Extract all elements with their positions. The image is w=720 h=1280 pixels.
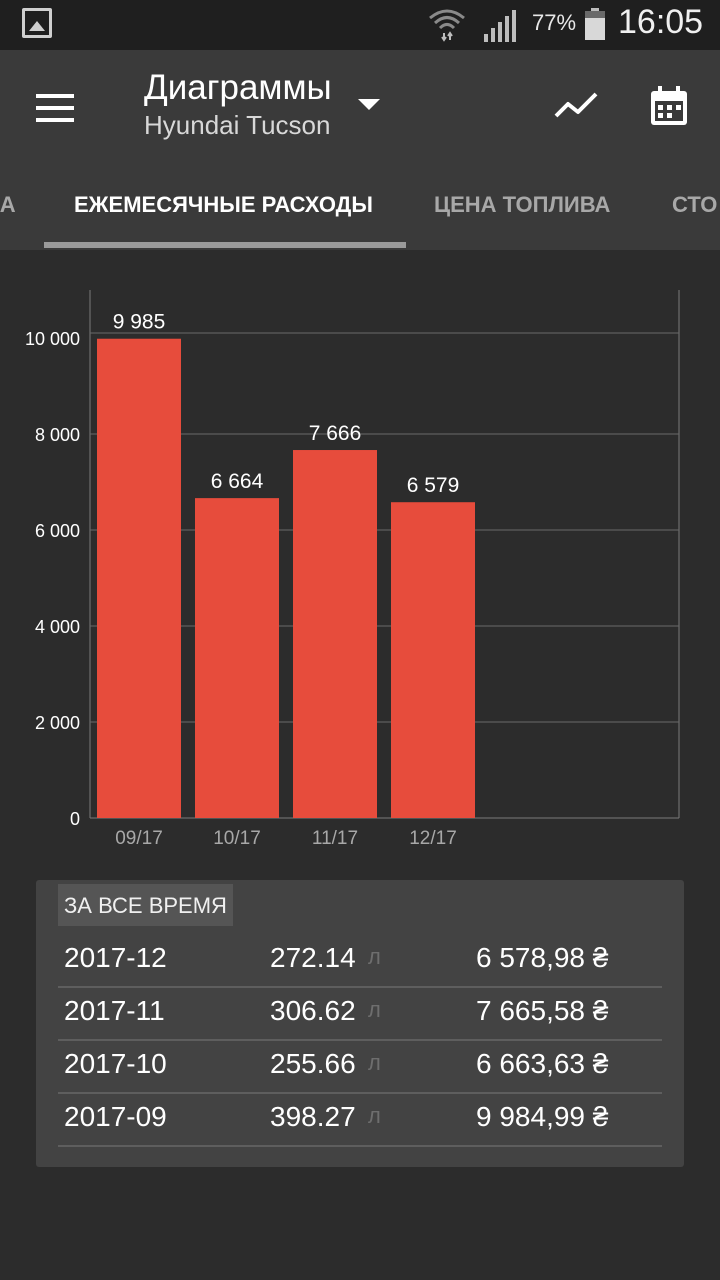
row-month: 2017-10 [64, 1048, 167, 1079]
wifi-icon [429, 9, 465, 42]
row-unit: л [368, 944, 381, 969]
row-cost: 6 578,98 ₴ [476, 942, 609, 973]
y-tick-label: 6 000 [35, 521, 80, 541]
monthly-expenses-chart: 0 2 000 4 000 6 000 8 000 10 000 9 985 09/17 6 6… [0, 280, 720, 860]
row-cost: 6 663,63 ₴ [476, 1048, 609, 1079]
bar-value-label: 9 985 [113, 311, 166, 334]
row-volume: 398.27 [270, 1101, 356, 1132]
summary-card: ЗА ВСЕ ВРЕМЯ 2017-12 272.14 л 6 578,98 ₴… [36, 880, 684, 1167]
row-month: 2017-11 [64, 995, 165, 1026]
calendar-icon[interactable] [648, 84, 692, 128]
row-volume: 255.66 [270, 1048, 356, 1079]
battery-icon [585, 8, 605, 40]
tab-monthly-expenses[interactable]: ЕЖЕМЕСЯЧНЫЕ РАСХОДЫ [74, 192, 373, 218]
row-month: 2017-09 [64, 1101, 167, 1132]
table-row[interactable]: 2017-10 255.66 л 6 663,63 ₴ [58, 1040, 662, 1094]
vehicle-name: Hyundai Tucson [144, 110, 331, 140]
summary-header: ЗА ВСЕ ВРЕМЯ [58, 884, 233, 926]
y-tick-label: 2 000 [35, 713, 80, 733]
x-tick-label: 12/17 [409, 828, 457, 849]
page-title: Диаграммы [144, 68, 332, 107]
row-volume: 306.62 [270, 995, 356, 1026]
y-tick-label: 0 [70, 809, 80, 829]
bar [293, 450, 377, 818]
x-tick-label: 10/17 [213, 828, 261, 849]
menu-icon[interactable] [36, 92, 76, 124]
table-row[interactable]: 2017-11 306.62 л 7 665,58 ₴ [58, 987, 662, 1041]
bar [391, 502, 475, 818]
row-cost: 7 665,58 ₴ [476, 995, 609, 1026]
bar-chart: 0 2 000 4 000 6 000 8 000 10 000 9 985 09/17 6 6… [25, 290, 680, 849]
tab-fuel-price[interactable]: ЦЕНА ТОПЛИВА [434, 192, 610, 218]
gallery-icon [22, 8, 52, 38]
bar-value-label: 7 666 [309, 422, 362, 445]
battery-percent: 77% [532, 10, 577, 35]
y-tick-label: 8 000 [35, 425, 80, 445]
signal-icon [484, 10, 516, 42]
row-volume: 272.14 [270, 942, 356, 973]
tab-indicator [44, 242, 406, 248]
row-unit: л [368, 1050, 381, 1075]
table-row[interactable]: 2017-12 272.14 л 6 578,98 ₴ [58, 934, 662, 988]
x-tick-label: 09/17 [115, 828, 163, 849]
tab-previous[interactable]: ЗА [0, 192, 16, 218]
app-bar: Диаграммы Hyundai Tucson ЗА ЕЖЕМЕСЯЧНЫЕ … [0, 50, 720, 250]
y-tick-label: 10 000 [25, 329, 80, 349]
bar [97, 338, 181, 818]
bar-value-label: 6 664 [211, 470, 264, 493]
status-bar: 77% 16:05 [0, 0, 720, 50]
trend-icon[interactable] [552, 86, 600, 126]
dropdown-icon [358, 99, 380, 110]
tab-next[interactable]: СТО [672, 192, 717, 218]
row-cost: 9 984,99 ₴ [476, 1101, 609, 1132]
row-month: 2017-12 [64, 942, 167, 973]
table-row[interactable]: 2017-09 398.27 л 9 984,99 ₴ [58, 1093, 662, 1147]
bar-value-label: 6 579 [407, 474, 460, 497]
row-unit: л [368, 997, 381, 1022]
bar [195, 498, 279, 818]
x-tick-label: 11/17 [312, 828, 358, 849]
y-tick-label: 4 000 [35, 617, 80, 637]
tab-bar: ЗА ЕЖЕМЕСЯЧНЫЕ РАСХОДЫ ЦЕНА ТОПЛИВА СТО [0, 180, 720, 250]
clock: 16:05 [618, 3, 704, 41]
row-unit: л [368, 1103, 381, 1128]
